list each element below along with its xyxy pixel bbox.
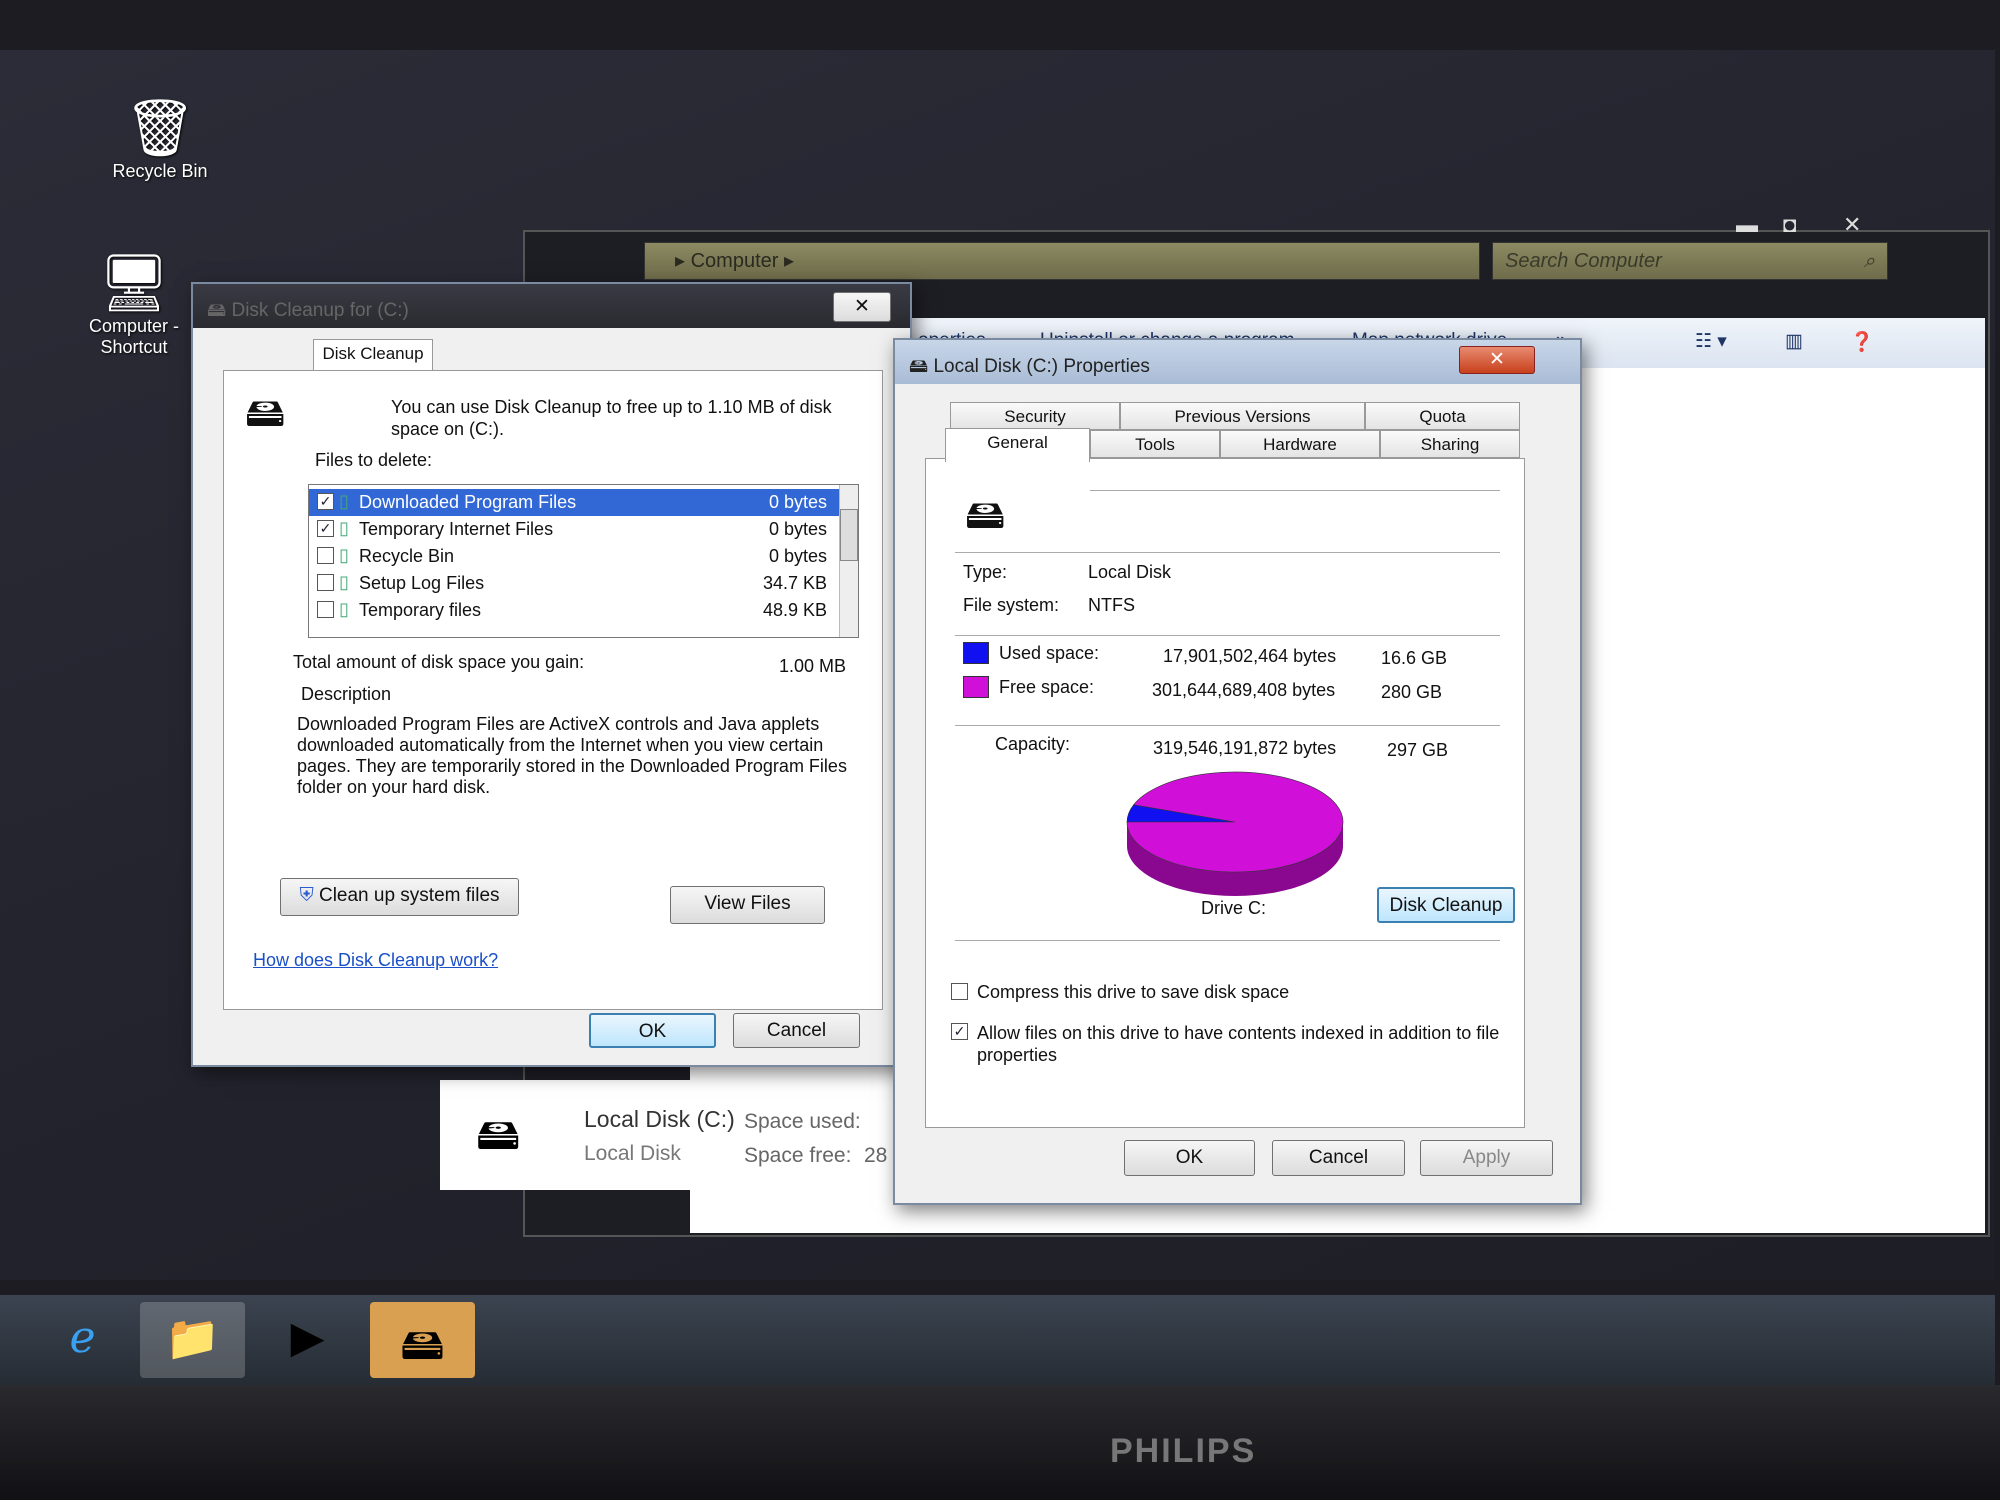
drive-icon: 🖴 xyxy=(909,356,934,377)
divider xyxy=(955,635,1500,636)
close-button[interactable]: ✕ xyxy=(1843,212,1861,238)
disk-usage-pie-chart xyxy=(1126,771,1344,896)
file-icon: ▯ xyxy=(339,599,349,619)
drive-icon: 🖴 xyxy=(476,1110,521,1159)
tab-sharing[interactable]: Sharing xyxy=(1380,430,1520,458)
file-list-item[interactable]: ▯ Temporary files 48.9 KB xyxy=(309,597,839,624)
internet-explorer-icon[interactable]: ℯ xyxy=(30,1302,135,1378)
scroll-thumb[interactable] xyxy=(840,509,858,561)
help-link[interactable]: How does Disk Cleanup work? xyxy=(253,950,498,971)
maximize-button[interactable]: ◘ xyxy=(1783,212,1796,238)
apply-button[interactable]: Apply xyxy=(1420,1140,1553,1176)
disk-cleanup-taskbar-icon[interactable]: 🖴 xyxy=(370,1302,475,1378)
drive-icon: 🖴 xyxy=(965,493,1006,537)
ok-button[interactable]: OK xyxy=(1124,1140,1255,1176)
disk-cleanup-icon: 🖴 xyxy=(245,391,286,435)
files-list: ✓ ▯ Downloaded Program Files 0 bytes ✓ ▯ Tempo… xyxy=(308,484,859,638)
cancel-button[interactable]: Cancel xyxy=(733,1013,860,1048)
properties-dialog: 🖴 Local Disk (C:) Properties ✕ Security … xyxy=(893,338,1582,1205)
tab-previous-versions[interactable]: Previous Versions xyxy=(1120,402,1365,430)
preview-pane-icon[interactable]: ▥ xyxy=(1785,330,1803,353)
shield-icon: ⛨ xyxy=(299,885,319,906)
tab-hardware[interactable]: Hardware xyxy=(1220,430,1380,458)
free-color-swatch xyxy=(963,676,989,698)
compress-checkbox[interactable] xyxy=(951,983,968,1000)
view-options-icon[interactable]: ☷ ▾ xyxy=(1695,330,1727,353)
media-player-icon[interactable]: ▶ xyxy=(255,1302,360,1378)
divider xyxy=(955,725,1500,726)
tab-tools[interactable]: Tools xyxy=(1090,430,1220,458)
file-list-item[interactable]: ✓ ▯ Downloaded Program Files 0 bytes xyxy=(309,489,839,516)
desktop-icon-computer[interactable]: 🖥 Computer - Shortcut xyxy=(64,250,204,358)
disk-cleanup-dialog: 🖴 Disk Cleanup for (C:) ✕ Disk Cleanup 🖴… xyxy=(191,282,912,1067)
file-explorer-icon[interactable]: 📁 xyxy=(140,1302,245,1378)
cancel-button[interactable]: Cancel xyxy=(1272,1140,1405,1176)
breadcrumb[interactable]: Computer xyxy=(691,250,779,272)
disk-cleanup-icon: 🖴 xyxy=(207,300,232,321)
file-icon: ▯ xyxy=(339,545,349,565)
file-checkbox[interactable]: ✓ xyxy=(317,493,334,510)
close-button[interactable]: ✕ xyxy=(833,292,891,322)
file-list-item[interactable]: ▯ Setup Log Files 34.7 KB xyxy=(309,570,839,597)
dialog-title: 🖴 Disk Cleanup for (C:) xyxy=(193,284,910,328)
drive-name-field[interactable] xyxy=(1090,490,1500,491)
search-icon: ⌕ xyxy=(1863,250,1875,272)
monitor-logo: PHILIPS xyxy=(1110,1432,1257,1470)
used-color-swatch xyxy=(963,642,989,664)
tab-general[interactable]: General xyxy=(945,428,1090,462)
view-files-button[interactable]: View Files xyxy=(670,886,825,924)
index-checkbox[interactable]: ✓ xyxy=(951,1023,968,1040)
file-checkbox[interactable] xyxy=(317,601,334,618)
computer-icon: 🖥 xyxy=(98,251,170,314)
list-scrollbar[interactable] xyxy=(839,485,858,637)
desktop-icon-recycle-bin[interactable]: 🗑 Recycle Bin xyxy=(90,95,230,182)
close-button[interactable]: ✕ xyxy=(1459,346,1535,374)
monitor-bezel xyxy=(0,1385,2000,1500)
clean-up-system-files-button[interactable]: ⛨ Clean up system files xyxy=(280,878,519,916)
file-checkbox[interactable] xyxy=(317,547,334,564)
recycle-bin-icon: 🗑 xyxy=(124,96,196,159)
pie-slice-free-space xyxy=(1126,771,1344,873)
disk-cleanup-button[interactable]: Disk Cleanup xyxy=(1377,887,1515,923)
file-list-item[interactable]: ▯ Recycle Bin 0 bytes xyxy=(309,543,839,570)
divider xyxy=(955,552,1500,553)
help-icon[interactable]: ❓ xyxy=(1850,330,1874,354)
ok-button[interactable]: OK xyxy=(589,1013,716,1048)
drive-tile[interactable]: 🖴 Local Disk (C:) Local Disk Space used:… xyxy=(440,1080,900,1190)
file-icon: ▯ xyxy=(339,491,349,511)
file-icon: ▯ xyxy=(339,518,349,538)
tab-security[interactable]: Security xyxy=(950,402,1120,430)
file-icon: ▯ xyxy=(339,572,349,592)
divider xyxy=(955,940,1500,941)
minimize-button[interactable]: ▬ xyxy=(1736,212,1758,238)
search-input[interactable]: Search Computer ⌕ xyxy=(1492,242,1888,280)
tab-quota[interactable]: Quota xyxy=(1365,402,1520,430)
address-bar[interactable]: ▸ Computer ▸ xyxy=(644,242,1480,280)
file-checkbox[interactable]: ✓ xyxy=(317,520,334,537)
file-list-item[interactable]: ✓ ▯ Temporary Internet Files 0 bytes xyxy=(309,516,839,543)
file-checkbox[interactable] xyxy=(317,574,334,591)
tab-disk-cleanup[interactable]: Disk Cleanup xyxy=(313,339,433,371)
